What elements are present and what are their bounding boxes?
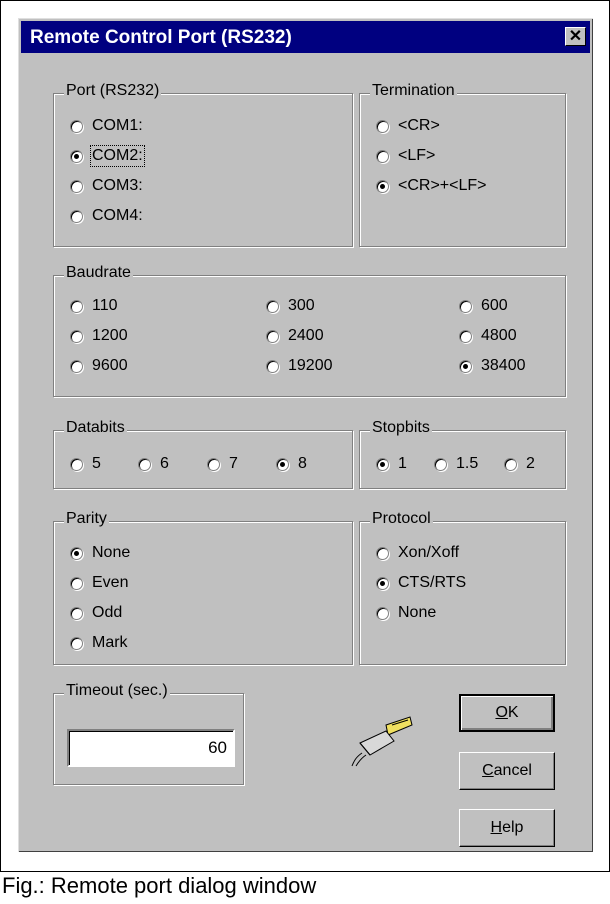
radio-button: [70, 607, 83, 620]
timeout-legend: Timeout (sec.): [64, 682, 170, 700]
radio-button-selected: [376, 577, 389, 590]
radio-label: 5: [92, 455, 101, 472]
remote-port-dialog: Remote Control Port (RS232) ✕ Port (RS23…: [18, 18, 593, 852]
radio-label: Xon/Xoff: [398, 544, 460, 561]
radio-button: [70, 637, 83, 650]
protocol-group: Protocol Xon/Xoff CTS/RTS None: [359, 510, 566, 665]
radio-label: Even: [92, 574, 129, 591]
radio-button: [70, 180, 83, 193]
radio-button: [459, 300, 472, 313]
radio-button-selected: [276, 458, 289, 471]
radio-label: 6: [160, 455, 169, 472]
radio-button: [459, 330, 472, 343]
parity-group: Parity None Even Odd Mark: [53, 510, 353, 665]
cancel-button[interactable]: Cancel: [459, 752, 555, 790]
radio-label: <LF>: [398, 147, 436, 164]
radio-button: [70, 360, 83, 373]
radio-button-selected: [70, 547, 83, 560]
help-label: elp: [502, 819, 524, 836]
radio-button: [376, 607, 389, 620]
ok-label: K: [507, 704, 519, 721]
radio-label: 1: [398, 455, 407, 472]
radio-button: [504, 458, 517, 471]
radio-label: <CR>: [398, 117, 440, 134]
radio-label: 7: [229, 455, 238, 472]
help-button[interactable]: Help: [459, 809, 555, 847]
radio-button: [207, 458, 220, 471]
radio-button: [70, 120, 83, 133]
close-icon: ✕: [568, 28, 583, 45]
radio-label: None: [398, 604, 437, 621]
databits-legend: Databits: [64, 419, 127, 437]
stopbits-group: Stopbits 1 1.5 2: [359, 419, 566, 489]
serial-connector-icon: [351, 716, 413, 767]
radio-label: 19200: [288, 357, 333, 374]
radio-label: 9600: [92, 357, 128, 374]
help-accel: H: [490, 819, 503, 836]
ok-accel: O: [495, 704, 508, 721]
radio-button: [434, 458, 447, 471]
radio-button: [70, 577, 83, 590]
parity-legend: Parity: [64, 510, 109, 528]
radio-button: [70, 300, 83, 313]
radio-button-selected: [376, 180, 389, 193]
radio-label: COM1:: [92, 117, 143, 134]
radio-label: 1200: [92, 327, 128, 344]
radio-button: [376, 120, 389, 133]
radio-button: [266, 300, 279, 313]
radio-label: 2400: [288, 327, 324, 344]
radio-label: None: [92, 544, 131, 561]
radio-label: 38400: [481, 357, 526, 374]
radio-button: [376, 547, 389, 560]
radio-button-selected: [376, 458, 389, 471]
baudrate-legend: Baudrate: [64, 264, 133, 282]
timeout-input[interactable]: 60: [67, 729, 235, 767]
radio-label: 110: [92, 297, 118, 314]
radio-label: COM4:: [92, 207, 143, 224]
databits-group: Databits 5 6 7 8: [53, 419, 353, 489]
title-bar[interactable]: Remote Control Port (RS232) ✕: [21, 21, 590, 53]
radio-label: 8: [298, 455, 307, 472]
radio-button: [70, 210, 83, 223]
radio-label: COM3:: [92, 177, 143, 194]
radio-label: Mark: [92, 634, 128, 651]
radio-label: 4800: [481, 327, 517, 344]
cancel-label: ancel: [493, 762, 532, 779]
radio-button: [138, 458, 151, 471]
cancel-accel: C: [482, 762, 494, 779]
radio-button: [266, 360, 279, 373]
radio-button: [376, 150, 389, 163]
window-title: Remote Control Port (RS232): [30, 27, 292, 48]
baudrate-group: Baudrate 110 300 600 1200 2400 4800 9600: [53, 264, 566, 397]
radio-label: 600: [481, 297, 508, 314]
radio-label: <CR>+<LF>: [398, 177, 487, 194]
radio-button: [70, 458, 83, 471]
radio-label: 1.5: [456, 455, 479, 472]
radio-button-selected: [70, 150, 83, 163]
radio-button-selected: [459, 360, 472, 373]
stopbits-legend: Stopbits: [370, 419, 432, 437]
port-legend: Port (RS232): [64, 82, 162, 100]
port-group: Port (RS232) COM1: COM2: COM3: COM4:: [53, 82, 353, 247]
radio-button: [70, 330, 83, 343]
close-button[interactable]: ✕: [565, 27, 586, 46]
protocol-legend: Protocol: [370, 510, 433, 528]
radio-label: Odd: [92, 604, 123, 621]
radio-label: 300: [288, 297, 315, 314]
radio-button: [266, 330, 279, 343]
termination-legend: Termination: [370, 82, 457, 100]
radio-label: CTS/RTS: [398, 574, 467, 591]
figure-caption: Fig.: Remote port dialog window: [2, 873, 317, 898]
ok-button[interactable]: OK: [459, 694, 555, 732]
radio-label: 2: [526, 455, 535, 472]
radio-label: COM2:: [90, 145, 145, 167]
termination-group: Termination <CR> <LF> <CR>+<LF>: [359, 82, 566, 247]
